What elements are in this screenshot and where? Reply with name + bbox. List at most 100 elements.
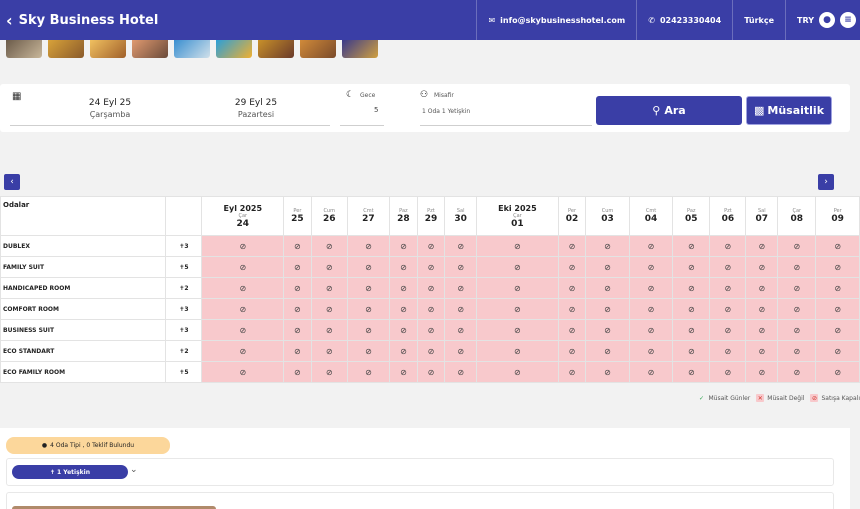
closed-day-cell[interactable]: ⊘ [444, 361, 478, 383]
room-name[interactable]: ECO STANDART [0, 340, 167, 362]
availability-button[interactable]: ▩ Müsaitlik [746, 96, 832, 125]
closed-day-cell[interactable]: ⊘ [310, 277, 348, 299]
closed-day-cell[interactable]: ⊘ [389, 298, 418, 320]
closed-day-cell[interactable]: ⊘ [346, 340, 391, 362]
closed-day-cell[interactable]: ⊘ [745, 361, 779, 383]
closed-day-cell[interactable]: ⊘ [416, 277, 446, 299]
closed-day-cell[interactable]: ⊘ [628, 277, 674, 299]
closed-day-cell[interactable]: ⊘ [476, 256, 559, 278]
closed-day-cell[interactable]: ⊘ [628, 340, 674, 362]
closed-day-cell[interactable]: ⊘ [310, 256, 348, 278]
closed-day-cell[interactable]: ⊘ [777, 298, 817, 320]
closed-day-cell[interactable]: ⊘ [585, 256, 630, 278]
closed-day-cell[interactable]: ⊘ [416, 319, 446, 341]
closed-day-cell[interactable]: ⊘ [709, 277, 747, 299]
closed-day-cell[interactable]: ⊘ [346, 319, 391, 341]
prev-dates-button[interactable]: ‹ [4, 174, 20, 190]
closed-day-cell[interactable]: ⊘ [201, 340, 285, 362]
closed-day-cell[interactable]: ⊘ [283, 277, 312, 299]
closed-day-cell[interactable]: ⊘ [709, 256, 747, 278]
next-dates-button[interactable]: › [818, 174, 834, 190]
closed-day-cell[interactable]: ⊘ [201, 256, 285, 278]
closed-day-cell[interactable]: ⊘ [557, 235, 587, 257]
hotel-photo[interactable] [48, 40, 84, 58]
closed-day-cell[interactable]: ⊘ [201, 361, 285, 383]
closed-day-cell[interactable]: ⊘ [283, 298, 312, 320]
closed-day-cell[interactable]: ⊘ [628, 298, 674, 320]
hotel-photo[interactable] [90, 40, 126, 58]
closed-day-cell[interactable]: ⊘ [815, 256, 860, 278]
room-name[interactable]: COMFORT ROOM [0, 298, 167, 320]
closed-day-cell[interactable]: ⊘ [628, 319, 674, 341]
closed-day-cell[interactable]: ⊘ [672, 235, 711, 257]
closed-day-cell[interactable]: ⊘ [444, 277, 478, 299]
closed-day-cell[interactable]: ⊘ [777, 340, 817, 362]
closed-day-cell[interactable]: ⊘ [672, 319, 711, 341]
closed-day-cell[interactable]: ⊘ [557, 256, 587, 278]
closed-day-cell[interactable]: ⊘ [310, 361, 348, 383]
closed-day-cell[interactable]: ⊘ [201, 319, 285, 341]
hotel-photo[interactable] [216, 40, 252, 58]
closed-day-cell[interactable]: ⊘ [283, 319, 312, 341]
user-icon[interactable]: ● [819, 12, 835, 28]
closed-day-cell[interactable]: ⊘ [815, 298, 860, 320]
closed-day-cell[interactable]: ⊘ [476, 277, 559, 299]
closed-day-cell[interactable]: ⊘ [476, 340, 559, 362]
closed-day-cell[interactable]: ⊘ [777, 319, 817, 341]
currency-selector[interactable]: TRY ● ≡ [785, 0, 860, 40]
closed-day-cell[interactable]: ⊘ [444, 298, 478, 320]
closed-day-cell[interactable]: ⊘ [557, 340, 587, 362]
closed-day-cell[interactable]: ⊘ [777, 277, 817, 299]
hotel-photo[interactable] [132, 40, 168, 58]
email-link[interactable]: ✉ info@skybusinesshotel.com [476, 0, 636, 40]
closed-day-cell[interactable]: ⊘ [557, 361, 587, 383]
closed-day-cell[interactable]: ⊘ [585, 235, 630, 257]
room-name[interactable]: FAMILY SUIT [0, 256, 167, 278]
room-name[interactable]: DUBLEX [0, 235, 167, 257]
checkout-field[interactable]: 29 Eyl 25 Pazartesi [186, 84, 326, 132]
closed-day-cell[interactable]: ⊘ [745, 298, 779, 320]
closed-day-cell[interactable]: ⊘ [389, 361, 418, 383]
closed-day-cell[interactable]: ⊘ [585, 361, 630, 383]
language-selector[interactable]: Türkçe [732, 0, 785, 40]
closed-day-cell[interactable]: ⊘ [283, 361, 312, 383]
guest-filter-pill[interactable]: ✝ 1 Yetişkin [12, 465, 128, 479]
closed-day-cell[interactable]: ⊘ [416, 235, 446, 257]
search-button[interactable]: ⚲ Ara [596, 96, 742, 125]
room-name[interactable]: BUSINESS SUIT [0, 319, 167, 341]
closed-day-cell[interactable]: ⊘ [815, 361, 860, 383]
closed-day-cell[interactable]: ⊘ [745, 277, 779, 299]
hotel-brand[interactable]: ‹ Sky Business Hotel [0, 0, 158, 40]
menu-icon[interactable]: ≡ [840, 12, 856, 28]
closed-day-cell[interactable]: ⊘ [777, 361, 817, 383]
closed-day-cell[interactable]: ⊘ [444, 319, 478, 341]
closed-day-cell[interactable]: ⊘ [672, 361, 711, 383]
closed-day-cell[interactable]: ⊘ [585, 298, 630, 320]
closed-day-cell[interactable]: ⊘ [389, 340, 418, 362]
closed-day-cell[interactable]: ⊘ [389, 277, 418, 299]
closed-day-cell[interactable]: ⊘ [628, 361, 674, 383]
closed-day-cell[interactable]: ⊘ [745, 235, 779, 257]
closed-day-cell[interactable]: ⊘ [777, 256, 817, 278]
closed-day-cell[interactable]: ⊘ [709, 361, 747, 383]
closed-day-cell[interactable]: ⊘ [815, 319, 860, 341]
hotel-photo[interactable] [174, 40, 210, 58]
closed-day-cell[interactable]: ⊘ [815, 235, 860, 257]
hotel-photo[interactable] [342, 40, 378, 58]
closed-day-cell[interactable]: ⊘ [557, 319, 587, 341]
closed-day-cell[interactable]: ⊘ [476, 298, 559, 320]
closed-day-cell[interactable]: ⊘ [444, 256, 478, 278]
closed-day-cell[interactable]: ⊘ [389, 319, 418, 341]
phone-link[interactable]: ✆ 02423330404 [636, 0, 732, 40]
closed-day-cell[interactable]: ⊘ [557, 277, 587, 299]
closed-day-cell[interactable]: ⊘ [557, 298, 587, 320]
closed-day-cell[interactable]: ⊘ [283, 340, 312, 362]
closed-day-cell[interactable]: ⊘ [476, 361, 559, 383]
back-chevron-icon[interactable]: ‹ [6, 11, 13, 30]
chevron-down-icon[interactable]: ⌄ [130, 465, 138, 475]
closed-day-cell[interactable]: ⊘ [444, 235, 478, 257]
closed-day-cell[interactable]: ⊘ [777, 235, 817, 257]
closed-day-cell[interactable]: ⊘ [672, 340, 711, 362]
closed-day-cell[interactable]: ⊘ [585, 277, 630, 299]
closed-day-cell[interactable]: ⊘ [815, 340, 860, 362]
